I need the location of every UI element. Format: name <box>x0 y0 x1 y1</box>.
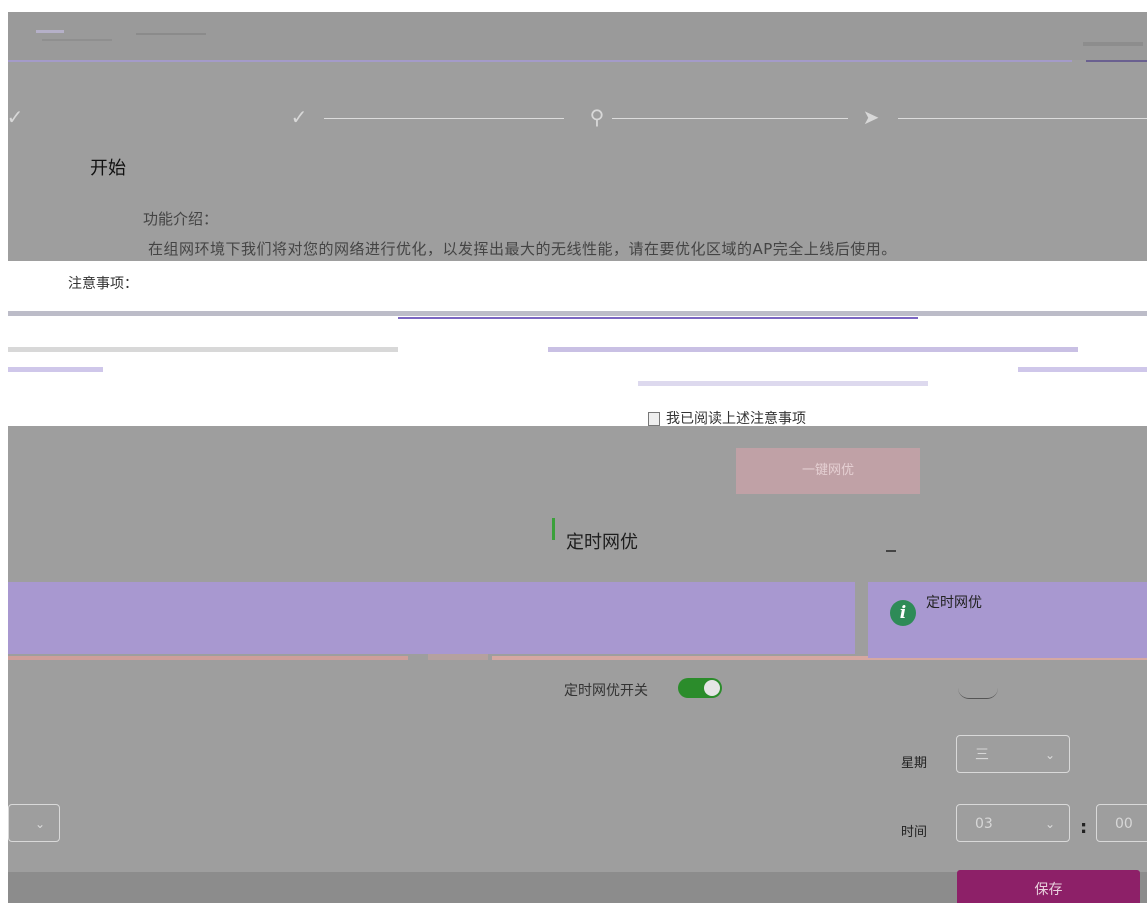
scheduled-section-title: 定时网优 <box>566 532 638 553</box>
check-circle-icon: ✓ <box>290 105 308 129</box>
top-bar <box>8 12 1147 60</box>
toggle-label: 定时网优开关 <box>564 683 648 699</box>
step-label-start: 开始 <box>90 158 126 179</box>
note-text-line <box>8 367 103 372</box>
cycle-icon <box>958 688 998 699</box>
step-connector <box>898 118 1147 119</box>
note-highlight <box>398 317 918 319</box>
brand-logo <box>36 30 206 46</box>
one-click-optimize-button[interactable]: 一键网优 <box>736 448 920 494</box>
chevron-down-icon: ⌄ <box>34 817 45 831</box>
top-nav-underline <box>8 60 1072 62</box>
chevron-down-icon: ⌄ <box>1044 748 1055 762</box>
intro-text: 在组网环境下我们将对您的网络进行优化，以发挥出最大的无线性能，请在要优化区域的A… <box>148 240 897 258</box>
note-text-line <box>638 381 928 386</box>
note-text-line <box>548 347 1078 352</box>
banner-stripe <box>428 654 488 660</box>
minute-select[interactable]: 00 <box>1096 804 1147 842</box>
app-window: ✓ ✓ ⚲ ➤ 开始 功能介绍： 在组网环境下我们将对您的网络进行优化，以发挥出… <box>8 12 1147 903</box>
search-icon: ⚲ <box>589 105 605 129</box>
save-button[interactable]: 保存 <box>957 870 1140 903</box>
scheduled-banner <box>8 582 855 654</box>
minute-value: 00 <box>1115 816 1133 832</box>
hour-select[interactable]: 03 ⌄ <box>956 804 1070 842</box>
rocket-icon: ➤ <box>862 105 880 129</box>
notes-panel: 注意事项： <box>8 261 1147 426</box>
section-accent-bar <box>552 518 555 540</box>
intro-title: 功能介绍： <box>143 210 219 228</box>
note-text-line <box>8 347 398 352</box>
agree-label: 我已阅读上述注意事项 <box>666 411 806 427</box>
top-nav-active-indicator <box>1086 60 1147 62</box>
step-connector <box>324 118 564 119</box>
info-card: i 定时网优 <box>868 582 1147 658</box>
wizard-steps: ✓ ✓ ⚲ ➤ 开始 <box>8 90 1147 180</box>
checkbox-icon[interactable] <box>648 412 660 426</box>
info-title: 定时网优 <box>926 595 982 611</box>
week-label: 星期 <box>901 756 928 771</box>
toggle-knob <box>704 680 720 696</box>
time-separator: : <box>1080 817 1088 838</box>
check-circle-icon: ✓ <box>8 105 24 129</box>
note-text-line <box>8 311 1147 316</box>
left-select[interactable]: ⌄ <box>8 804 60 842</box>
hour-value: 03 <box>975 816 993 832</box>
agree-checkbox[interactable]: 我已阅读上述注意事项 <box>648 408 806 428</box>
time-label: 时间 <box>901 825 928 840</box>
step-connector <box>612 118 848 119</box>
note-text-line <box>1018 367 1147 372</box>
side-hint <box>886 544 902 557</box>
top-nav-tab-active[interactable] <box>1083 42 1143 46</box>
info-icon: i <box>890 600 916 626</box>
chevron-down-icon: ⌄ <box>1044 817 1055 831</box>
week-value: 三 <box>975 747 989 763</box>
banner-stripe <box>8 656 408 660</box>
scheduled-toggle[interactable] <box>678 678 722 698</box>
notes-title: 注意事项： <box>68 276 138 292</box>
week-select[interactable]: 三 ⌄ <box>956 735 1070 773</box>
